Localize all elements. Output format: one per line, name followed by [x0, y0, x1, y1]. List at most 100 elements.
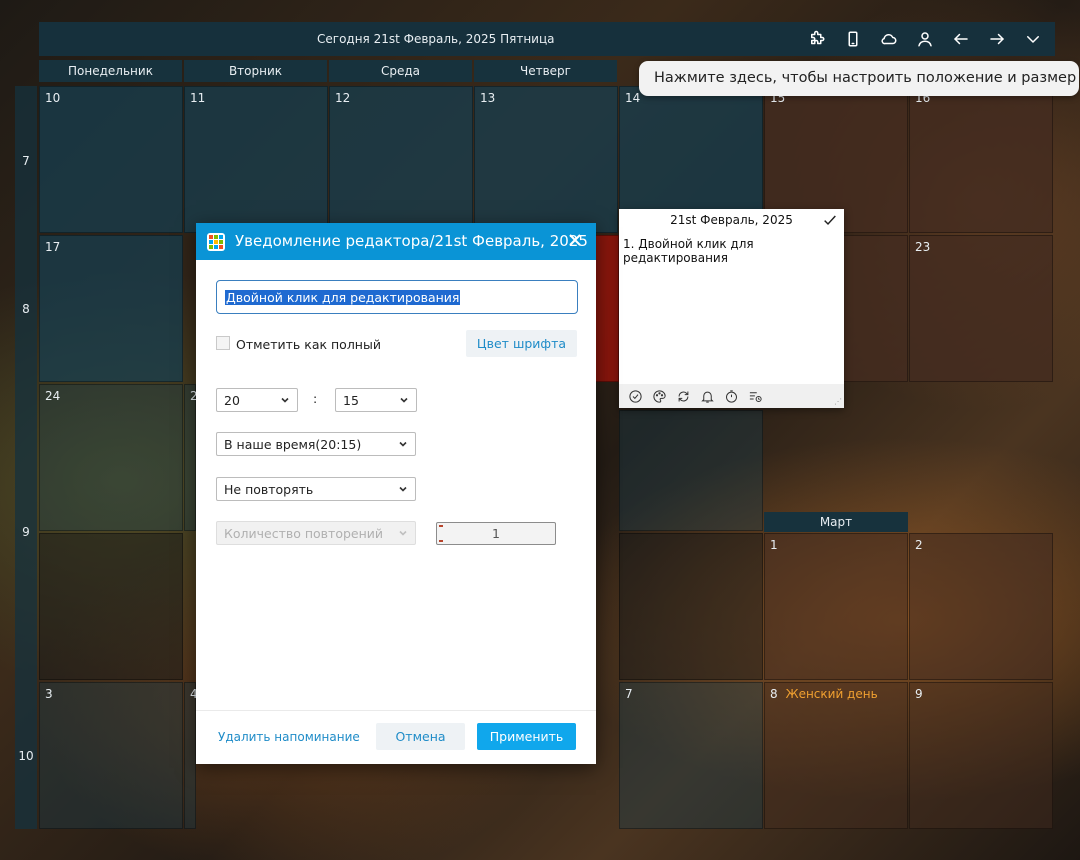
day-cell-weekend[interactable]: 1 — [764, 533, 908, 680]
reminder-editor-dialog: Уведомление редактора/21st Февраль, 2025… — [196, 223, 596, 764]
day-number: 7 — [625, 687, 633, 701]
day-cell-weekend[interactable]: 9 — [909, 682, 1053, 829]
day-cell[interactable]: 4 — [184, 682, 198, 829]
repeat-icon[interactable] — [673, 386, 693, 406]
day-cell-weekend[interactable]: 16 — [909, 86, 1053, 233]
mark-complete-label: Отметить как полный — [236, 337, 381, 352]
puzzle-icon[interactable] — [801, 26, 833, 52]
minute-select[interactable]: 15 — [335, 388, 417, 412]
repeat-count-select: Количество повторений — [216, 521, 416, 545]
dialog-title: Уведомление редактора/21st Февраль, 2025 — [235, 232, 588, 250]
day-number: 8 — [770, 687, 778, 701]
note-popup[interactable]: 21st Февраль, 2025 1. Двойной клик для р… — [619, 209, 844, 408]
list-clock-icon[interactable] — [745, 386, 765, 406]
timer-icon[interactable] — [721, 386, 741, 406]
month-label: Март — [764, 512, 908, 532]
cloud-icon[interactable] — [873, 26, 905, 52]
hour-select[interactable]: 20 — [216, 388, 298, 412]
weekday-monday: Понедельник — [39, 60, 182, 82]
day-number: 17 — [45, 240, 61, 254]
note-text[interactable]: 1. Двойной клик для редактирования — [619, 231, 844, 271]
timezone-value: В наше время(20:15) — [224, 436, 362, 452]
day-cell[interactable]: 17 — [39, 235, 183, 382]
dialog-divider — [196, 710, 596, 711]
reminder-text-input[interactable]: Двойной клик для редактирования — [216, 280, 578, 314]
mark-complete-checkbox[interactable] — [216, 336, 230, 350]
repeat-select[interactable]: Не повторять — [216, 477, 416, 501]
checkmark-icon[interactable] — [822, 212, 838, 235]
day-cell-empty — [39, 533, 183, 680]
reminder-text-value: Двойной клик для редактирования — [225, 290, 461, 305]
holiday-label: Женский день — [785, 687, 878, 701]
day-number: 12 — [335, 91, 351, 105]
apply-button[interactable]: Применить — [477, 723, 576, 750]
repeat-value: Не повторять — [224, 481, 314, 497]
chevron-down-icon — [281, 397, 289, 403]
chevron-down-icon — [400, 397, 408, 403]
week-number: 9 — [22, 525, 30, 539]
calendar-header: Сегодня 21st Февраль, 2025 Пятница — [39, 22, 1055, 56]
day-cell[interactable]: 11 — [184, 86, 328, 233]
arrow-right-icon[interactable] — [981, 26, 1013, 52]
chevron-down-icon — [399, 441, 407, 447]
cancel-button[interactable]: Отмена — [376, 723, 465, 750]
day-number: 13 — [480, 91, 496, 105]
day-number: 10 — [45, 91, 61, 105]
chevron-down-icon — [399, 486, 407, 492]
app-grid-icon — [207, 233, 225, 251]
position-size-tooltip: Нажмите здесь, чтобы настроить положение… — [639, 61, 1079, 96]
day-cell[interactable]: 7 — [619, 682, 763, 829]
close-icon[interactable] — [567, 232, 585, 250]
week-number: 10 — [18, 749, 34, 763]
today-label: Сегодня 21st Февраль, 2025 Пятница — [317, 32, 555, 46]
delete-reminder-link[interactable]: Удалить напоминание — [218, 730, 360, 744]
day-cell[interactable]: 25 — [184, 384, 205, 531]
day-number: 14 — [625, 91, 641, 105]
chevron-down-icon — [399, 530, 407, 536]
check-circle-icon[interactable] — [625, 386, 645, 406]
day-number: 2 — [915, 538, 923, 552]
day-cell[interactable]: 12 — [329, 86, 473, 233]
day-cell-weekend[interactable]: 2 — [909, 533, 1053, 680]
weekday-wednesday: Среда — [329, 60, 472, 82]
day-cell[interactable]: 24 — [39, 384, 183, 531]
day-cell-weekend[interactable]: 23 — [909, 235, 1053, 382]
day-cell-empty — [619, 533, 763, 680]
week-number: 8 — [22, 302, 30, 316]
header-toolbar — [801, 26, 1049, 52]
minute-value: 15 — [343, 392, 359, 408]
font-color-button[interactable]: Цвет шрифта — [466, 330, 577, 357]
time-separator: : — [313, 391, 318, 406]
day-number: 3 — [45, 687, 53, 701]
week-number: 7 — [22, 154, 30, 168]
resize-grip-icon[interactable]: ⋰ — [834, 397, 842, 406]
repeat-count-input[interactable]: 1 — [436, 522, 556, 545]
day-number: 9 — [915, 687, 923, 701]
note-header: 21st Февраль, 2025 — [619, 209, 844, 231]
day-cell-weekend[interactable]: 8 Женский день — [764, 682, 908, 829]
user-icon[interactable] — [909, 26, 941, 52]
weekday-thursday: Четверг — [474, 60, 617, 82]
timezone-select[interactable]: В наше время(20:15) — [216, 432, 416, 456]
palette-icon[interactable] — [649, 386, 669, 406]
repeat-count-value: 1 — [492, 526, 500, 541]
spinner-down-mark — [439, 540, 443, 542]
day-cell[interactable] — [619, 410, 763, 531]
phone-icon[interactable] — [837, 26, 869, 52]
weekday-tuesday: Вторник — [184, 60, 327, 82]
day-cell[interactable]: 3 — [39, 682, 183, 829]
week-number-column: 7 8 9 10 — [15, 86, 37, 829]
hour-value: 20 — [224, 392, 240, 408]
note-toolbar — [619, 384, 844, 408]
repeat-count-placeholder: Количество повторений — [224, 525, 384, 541]
dialog-titlebar: Уведомление редактора/21st Февраль, 2025 — [196, 223, 596, 260]
note-date: 21st Февраль, 2025 — [670, 213, 793, 227]
day-cell[interactable]: 10 — [39, 86, 183, 233]
chevron-down-icon[interactable] — [1017, 26, 1049, 52]
bell-icon[interactable] — [697, 386, 717, 406]
day-number: 1 — [770, 538, 778, 552]
day-number: 24 — [45, 389, 61, 403]
day-cell[interactable]: 13 — [474, 86, 618, 233]
arrow-left-icon[interactable] — [945, 26, 977, 52]
day-number: 23 — [915, 240, 931, 254]
